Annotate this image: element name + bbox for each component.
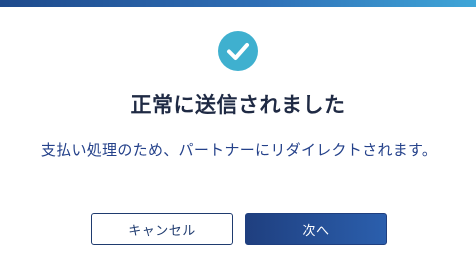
header-accent-bar [0, 0, 476, 7]
next-button[interactable]: 次へ [245, 213, 387, 245]
check-circle-icon [218, 31, 258, 71]
dialog-title: 正常に送信されました [130, 93, 346, 117]
dialog-message: 支払い処理のため、パートナーにリダイレクトされます。 [40, 141, 438, 159]
success-dialog: 正常に送信されました 支払い処理のため、パートナーにリダイレクトされます。 キャ… [0, 0, 476, 270]
cancel-button[interactable]: キャンセル [91, 213, 233, 245]
